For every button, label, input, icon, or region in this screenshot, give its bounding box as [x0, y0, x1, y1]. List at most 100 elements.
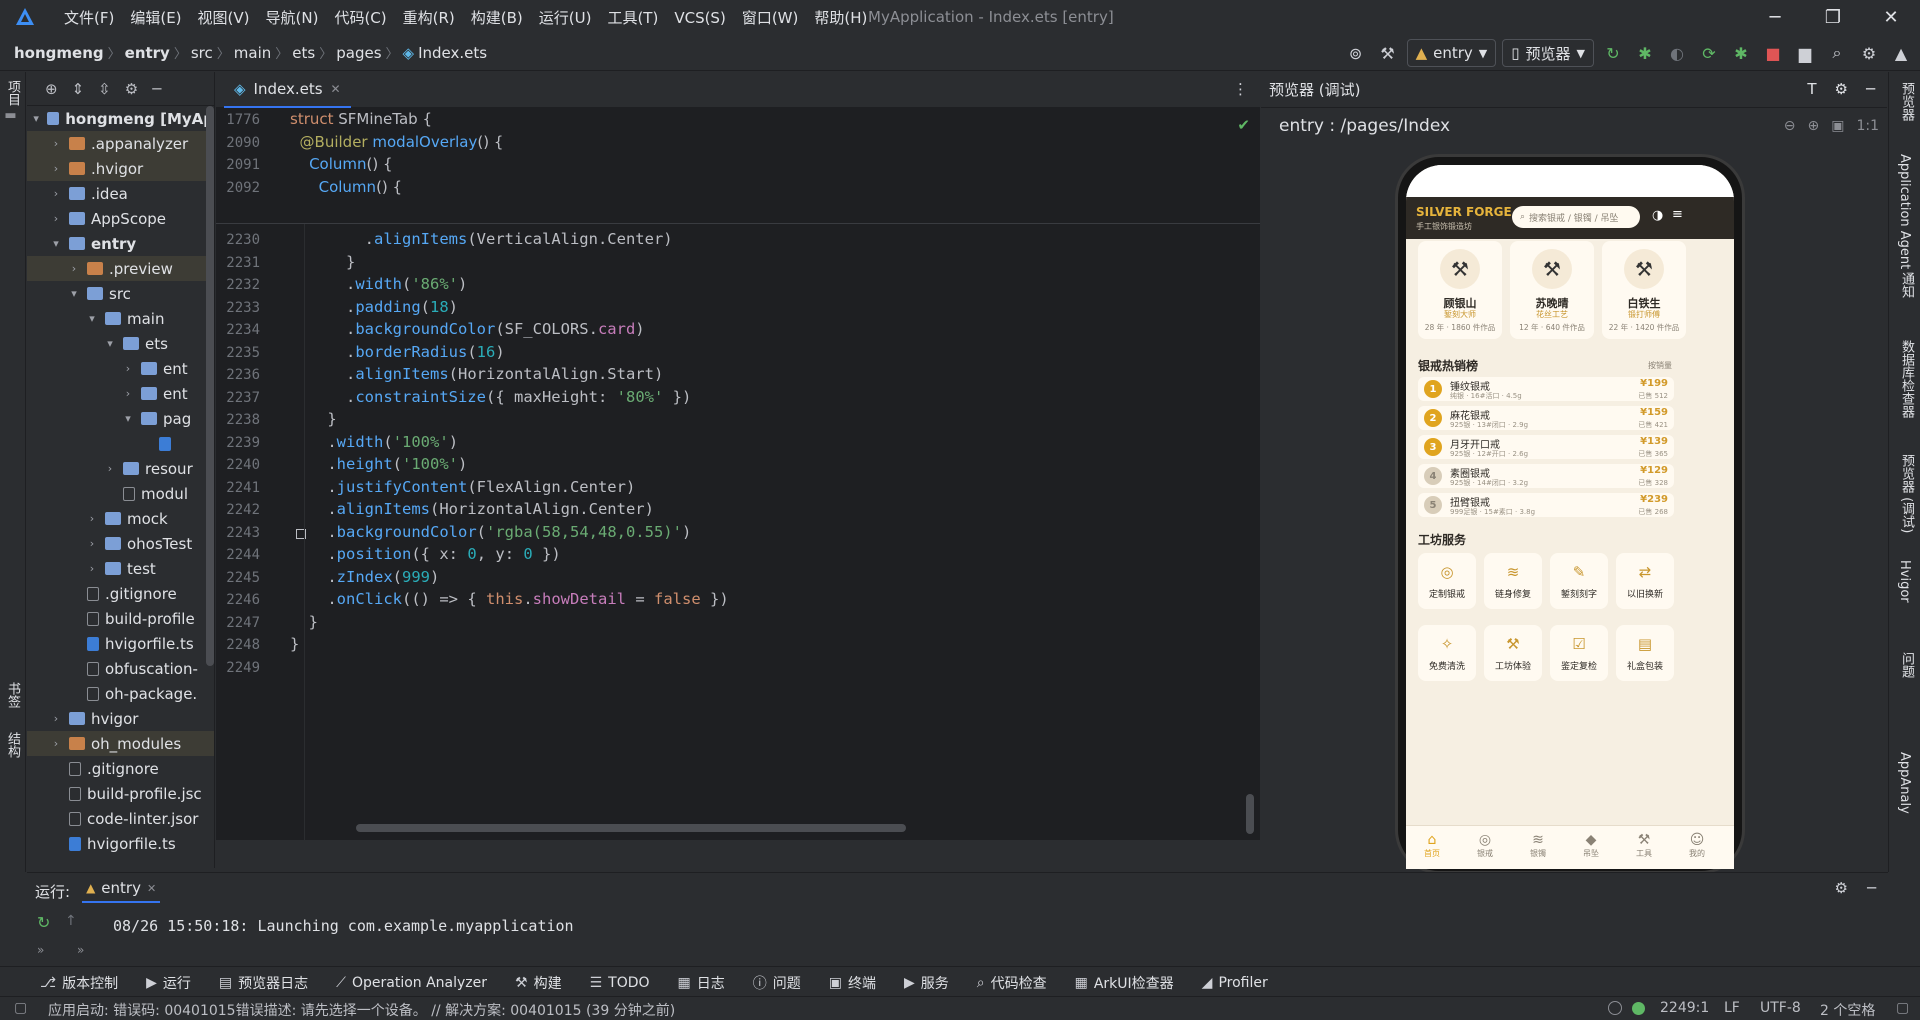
code-line[interactable]: .backgroundColor('rgba(58,54,48,0.55)')	[290, 523, 691, 541]
code-line[interactable]: @Builder modalOverlay() {	[290, 133, 504, 151]
breadcrumb-item[interactable]: entry	[125, 44, 170, 62]
chevron-down-icon[interactable]: ▾	[121, 412, 135, 425]
code-line[interactable]: .zIndex(999)	[290, 568, 439, 586]
tree-item[interactable]: › oh_modules	[27, 731, 214, 756]
code-line[interactable]: struct SFMineTab {	[290, 110, 432, 128]
service-tile[interactable]: ✧ 免费清洗	[1418, 625, 1476, 681]
tree-item[interactable]: › AppScope	[27, 206, 214, 231]
code-line[interactable]: .borderRadius(16)	[290, 343, 505, 361]
tree-item[interactable]: › .hvigor	[27, 156, 214, 181]
menu-item[interactable]: 窗口(W)	[734, 7, 807, 28]
restore-icon[interactable]: ❐	[1804, 0, 1862, 35]
code-line[interactable]: .height('100%')	[290, 455, 467, 473]
code-line[interactable]: .alignItems(HorizontalAlign.Start)	[290, 365, 663, 383]
expand-all-icon[interactable]: ⇕	[72, 80, 85, 98]
tree-item[interactable]: ▾ src	[27, 281, 214, 306]
chevron-down-icon[interactable]: ▾	[103, 337, 117, 350]
code-line[interactable]: }	[290, 410, 336, 428]
app-tab-item[interactable]: ⚒ 工具	[1624, 832, 1664, 859]
horizontal-scrollbar[interactable]	[356, 824, 906, 832]
chevron-right-icon[interactable]: ›	[85, 537, 99, 550]
right-tool-button[interactable]: 通知	[1897, 272, 1916, 298]
expand-icon[interactable]: »	[37, 943, 44, 957]
bottom-tool-7[interactable]: ⓘ 问题	[753, 973, 801, 993]
structure-tool-button[interactable]: 结构	[3, 732, 22, 758]
hot-list-item[interactable]: 1 锤纹银戒 纯银 · 16#活口 · 4.5g ¥199 已售 512	[1418, 377, 1674, 401]
breadcrumb-item[interactable]: src	[191, 44, 213, 62]
tree-item[interactable]: .gitignore	[27, 756, 214, 781]
service-tile[interactable]: ✎ 錾刻刻字	[1550, 553, 1608, 609]
menu-item[interactable]: 文件(F)	[56, 7, 122, 28]
locate-icon[interactable]: ⊕	[45, 80, 58, 98]
tree-item[interactable]: build-profile	[27, 606, 214, 631]
bottom-tool-2[interactable]: ▤ 预览器日志	[219, 973, 308, 993]
bottom-tool-1[interactable]: ▶ 运行	[146, 973, 191, 993]
bottom-tool-0[interactable]: ⎇ 版本控制	[40, 973, 118, 993]
tree-item[interactable]: › test	[27, 556, 214, 581]
close-tab-icon[interactable]: ✕	[147, 882, 156, 895]
hot-sort-link[interactable]: 按销量	[1648, 360, 1672, 371]
gear-icon[interactable]: ⚙	[1856, 40, 1882, 66]
reload-icon[interactable]: ⟳	[1696, 40, 1722, 66]
chevron-down-icon[interactable]: ▾	[85, 312, 99, 325]
up-icon[interactable]: ↑	[65, 913, 77, 929]
code-line[interactable]: .onClick(() => { this.showDetail = false…	[290, 590, 728, 608]
layout-icon[interactable]: ▢	[14, 1000, 27, 1016]
fit-icon[interactable]: ▣	[1831, 118, 1844, 134]
tree-scrollbar[interactable]	[206, 106, 214, 666]
menu-item[interactable]: 运行(U)	[531, 7, 600, 28]
right-tool-button[interactable]: Application Agent	[1897, 154, 1912, 269]
tree-item[interactable]: › ent	[27, 356, 214, 381]
status-indicator-icon[interactable]	[1632, 1002, 1645, 1015]
folder-icon[interactable]: ▆	[1792, 40, 1818, 66]
breadcrumb-item[interactable]: Index.ets	[418, 44, 487, 62]
code-line[interactable]: Column() {	[290, 155, 392, 173]
chevron-right-icon[interactable]: ›	[67, 262, 81, 275]
hide-icon[interactable]: ─	[1867, 879, 1876, 897]
text-size-icon[interactable]: T	[1807, 80, 1816, 98]
code-line[interactable]: .backgroundColor(SF_COLORS.card)	[290, 320, 645, 338]
tree-item[interactable]: ▾ pag	[27, 406, 214, 431]
bottom-tool-9[interactable]: ▶ 服务	[904, 973, 949, 993]
hot-list-item[interactable]: 5 扭臂银戒 999足银 · 15#素口 · 3.8g ¥239 已售 268	[1418, 493, 1674, 517]
tree-item[interactable]: hvigorfile.ts	[27, 631, 214, 656]
run-tab-entry[interactable]: ▲ entry ✕	[82, 879, 161, 903]
phone-screen[interactable]: SILVER FORGE 手工银饰锻造坊 ⌕ 搜索银戒 / 银镯 / 吊坠 ◑ ≡…	[1406, 165, 1734, 869]
collapse-all-icon[interactable]: ⇳	[98, 80, 111, 98]
bottom-tool-3[interactable]: ⟋ Operation Analyzer	[336, 973, 487, 993]
tree-item[interactable]: ▾ entry	[27, 231, 214, 256]
menu-item[interactable]: 帮助(H)	[806, 7, 875, 28]
service-tile[interactable]: ◎ 定制银戒	[1418, 553, 1476, 609]
bottom-tool-12[interactable]: ◢ Profiler	[1202, 973, 1268, 993]
gear-icon[interactable]: ⚙	[1835, 879, 1848, 897]
service-tile[interactable]: ☑ 鉴定复检	[1550, 625, 1608, 681]
chevron-right-icon[interactable]: ›	[49, 162, 63, 175]
tree-item[interactable]: build-profile.jsc	[27, 781, 214, 806]
hide-icon[interactable]: ─	[1866, 80, 1875, 98]
zoom-in-icon[interactable]: ⊕	[1808, 118, 1820, 134]
menu-item[interactable]: 代码(C)	[326, 7, 394, 28]
tree-item[interactable]: ▾ main	[27, 306, 214, 331]
menu-item[interactable]: 重构(R)	[395, 7, 463, 28]
folder-icon[interactable]: ▬	[3, 108, 18, 123]
caret-position[interactable]: 2249:1	[1660, 1000, 1709, 1016]
right-tool-button[interactable]: 预览器	[1897, 82, 1916, 121]
tree-item[interactable]: code-linter.jsor	[27, 806, 214, 831]
debug-icon[interactable]: ✱	[1632, 40, 1658, 66]
hot-list-item[interactable]: 2 麻花银戒 925银 · 13#闭口 · 2.9g ¥159 已售 421	[1418, 406, 1674, 430]
service-tile[interactable]: ⚒ 工坊体验	[1484, 625, 1542, 681]
breadcrumb-item[interactable]: hongmeng	[14, 44, 104, 62]
attach-debugger-icon[interactable]: ◐	[1664, 40, 1690, 66]
chevron-right-icon[interactable]: ›	[121, 362, 135, 375]
tree-item[interactable]: › mock	[27, 506, 214, 531]
service-tile[interactable]: ≋ 链身修复	[1484, 553, 1542, 609]
device-select[interactable]: ▯ 预览器 ▼	[1502, 39, 1594, 67]
menu-item[interactable]: 视图(V)	[190, 7, 258, 28]
right-tool-button[interactable]: 数据库检查器	[1897, 340, 1916, 418]
chevron-down-icon[interactable]: ▾	[49, 237, 63, 250]
tree-item[interactable]	[27, 431, 214, 456]
code-line[interactable]: .width('86%')	[290, 275, 467, 293]
chevron-right-icon[interactable]: ›	[49, 712, 63, 725]
tree-item[interactable]: › ohosTest	[27, 531, 214, 556]
tree-item[interactable]: oh-package.	[27, 681, 214, 706]
